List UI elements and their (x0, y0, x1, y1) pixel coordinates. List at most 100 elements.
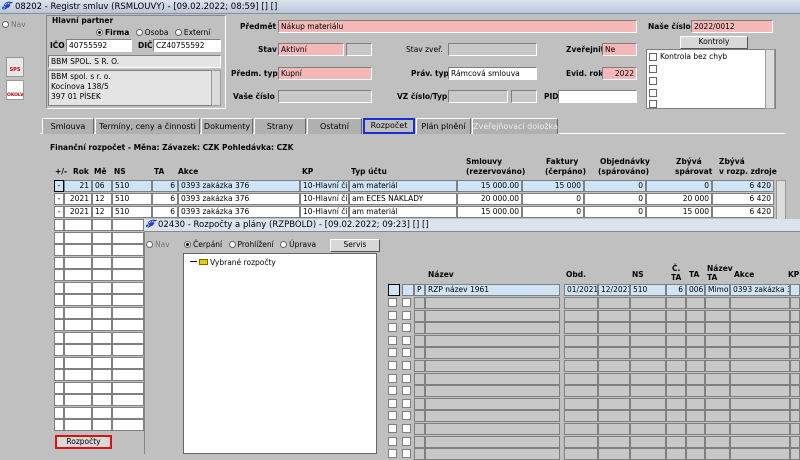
partner-name-field[interactable]: BBM SPOL. S R. O. (48, 55, 221, 68)
sub-empty-cell[interactable] (414, 397, 425, 410)
sub-empty-cell[interactable] (630, 410, 666, 423)
sub-empty-cell[interactable] (598, 309, 630, 322)
sub-empty-cell[interactable] (790, 360, 800, 372)
sub-empty-cell[interactable] (388, 310, 397, 320)
empty-cell[interactable] (64, 231, 92, 244)
sub-empty-cell[interactable] (402, 424, 411, 433)
stav-field[interactable]: Aktivní (278, 43, 344, 56)
empty-cell[interactable] (112, 269, 144, 281)
sub-empty-cell[interactable] (414, 372, 425, 385)
radio-cerpani[interactable]: Čerpání (184, 240, 222, 249)
empty-cell[interactable] (54, 406, 64, 419)
empty-cell[interactable] (54, 269, 64, 281)
sub-empty-cell[interactable] (790, 309, 800, 322)
sub-empty-cell[interactable] (630, 309, 666, 322)
sub-empty-cell[interactable] (666, 334, 686, 347)
empty-cell[interactable] (92, 281, 112, 294)
sub-empty-cell[interactable] (425, 297, 560, 309)
sub-empty-cell[interactable] (402, 361, 411, 370)
sub-empty-cell[interactable] (790, 297, 800, 309)
sub-empty-cell[interactable] (790, 397, 800, 410)
sub-empty-cell[interactable] (402, 348, 411, 358)
sub-empty-cell[interactable] (705, 297, 730, 309)
empty-cell[interactable] (54, 344, 64, 356)
sub-empty-cell[interactable] (598, 372, 630, 385)
vz-typ-field[interactable] (511, 90, 537, 103)
sub-empty-cell[interactable] (666, 297, 686, 309)
sub-empty-cell[interactable] (730, 347, 790, 360)
sub-empty-cell[interactable] (598, 435, 630, 448)
radio-osoba[interactable]: Osoba (135, 28, 168, 37)
sub-empty-cell[interactable] (630, 423, 666, 435)
sub-empty-cell[interactable] (388, 348, 397, 358)
tab-terminy[interactable]: Termíny, ceny a činnosti (95, 118, 200, 134)
empty-cell[interactable] (64, 331, 92, 344)
sub-empty-cell[interactable] (388, 386, 397, 396)
sub-empty-cell[interactable] (564, 297, 598, 309)
sub-empty-cell[interactable] (686, 309, 705, 322)
empty-cell[interactable] (54, 294, 64, 306)
pid-field[interactable] (558, 90, 637, 103)
sub-empty-cell[interactable] (388, 298, 397, 307)
empty-cell[interactable] (92, 319, 112, 331)
sub-empty-cell[interactable] (790, 435, 800, 448)
sub-empty-cell[interactable] (790, 448, 800, 460)
sub-empty-cell[interactable] (705, 309, 730, 322)
sub-empty-cell[interactable] (666, 360, 686, 372)
sub-empty-cell[interactable] (402, 436, 411, 446)
sub-empty-cell[interactable] (666, 410, 686, 423)
tab-ostatni[interactable]: Ostatní (307, 118, 362, 134)
sub-empty-cell[interactable] (402, 411, 411, 421)
nase-cislo-field[interactable]: 2022/0012 (691, 20, 773, 33)
sub-empty-cell[interactable] (402, 298, 411, 307)
empty-cell[interactable] (92, 256, 112, 269)
rozpocty-button[interactable]: Rozpočty (55, 435, 112, 449)
sub-empty-cell[interactable] (630, 397, 666, 410)
sub-empty-cell[interactable] (630, 435, 666, 448)
empty-cell[interactable] (112, 281, 144, 294)
sub-empty-cell[interactable] (686, 435, 705, 448)
kontroly-scrollbar[interactable] (765, 49, 775, 109)
sub-empty-cell[interactable] (705, 347, 730, 360)
empty-cell[interactable] (64, 281, 92, 294)
sub-empty-cell[interactable] (705, 448, 730, 460)
sub-empty-cell[interactable] (790, 410, 800, 423)
sub-empty-cell[interactable] (598, 423, 630, 435)
sub-empty-cell[interactable] (686, 385, 705, 398)
empty-cell[interactable] (112, 381, 144, 394)
sub-empty-cell[interactable] (598, 347, 630, 360)
sub-empty-cell[interactable] (730, 397, 790, 410)
empty-cell[interactable] (64, 406, 92, 419)
tab-rozpocet[interactable]: Rozpočet (363, 118, 415, 134)
empty-cell[interactable] (54, 394, 64, 406)
sub-empty-cell[interactable] (686, 360, 705, 372)
sub-empty-cell[interactable] (388, 335, 397, 345)
empty-cell[interactable] (64, 269, 92, 281)
sub-empty-cell[interactable] (598, 360, 630, 372)
sub-empty-cell[interactable] (425, 372, 560, 385)
empty-cell[interactable] (112, 244, 144, 256)
sub-empty-cell[interactable] (730, 360, 790, 372)
sub-empty-cell[interactable] (730, 322, 790, 335)
sub-empty-cell[interactable] (686, 347, 705, 360)
sub-empty-cell[interactable] (388, 373, 397, 383)
empty-cell[interactable] (112, 319, 144, 331)
sub-empty-cell[interactable] (425, 385, 560, 398)
sub-empty-cell[interactable] (414, 309, 425, 322)
sub-empty-cell[interactable] (402, 386, 411, 396)
sub-empty-cell[interactable] (630, 347, 666, 360)
empty-cell[interactable] (92, 306, 112, 319)
predm-typ-field[interactable]: Kupní (278, 67, 372, 80)
empty-cell[interactable] (64, 369, 92, 381)
empty-cell[interactable] (112, 231, 144, 244)
empty-cell[interactable] (92, 419, 112, 431)
stav-zver-field[interactable] (448, 43, 537, 56)
empty-cell[interactable] (54, 231, 64, 244)
sub-empty-cell[interactable] (630, 334, 666, 347)
empty-cell[interactable] (92, 269, 112, 281)
empty-cell[interactable] (64, 356, 92, 369)
sub-empty-cell[interactable] (686, 297, 705, 309)
empty-cell[interactable] (112, 356, 144, 369)
sub-empty-cell[interactable] (402, 335, 411, 345)
empty-cell[interactable] (54, 244, 64, 256)
